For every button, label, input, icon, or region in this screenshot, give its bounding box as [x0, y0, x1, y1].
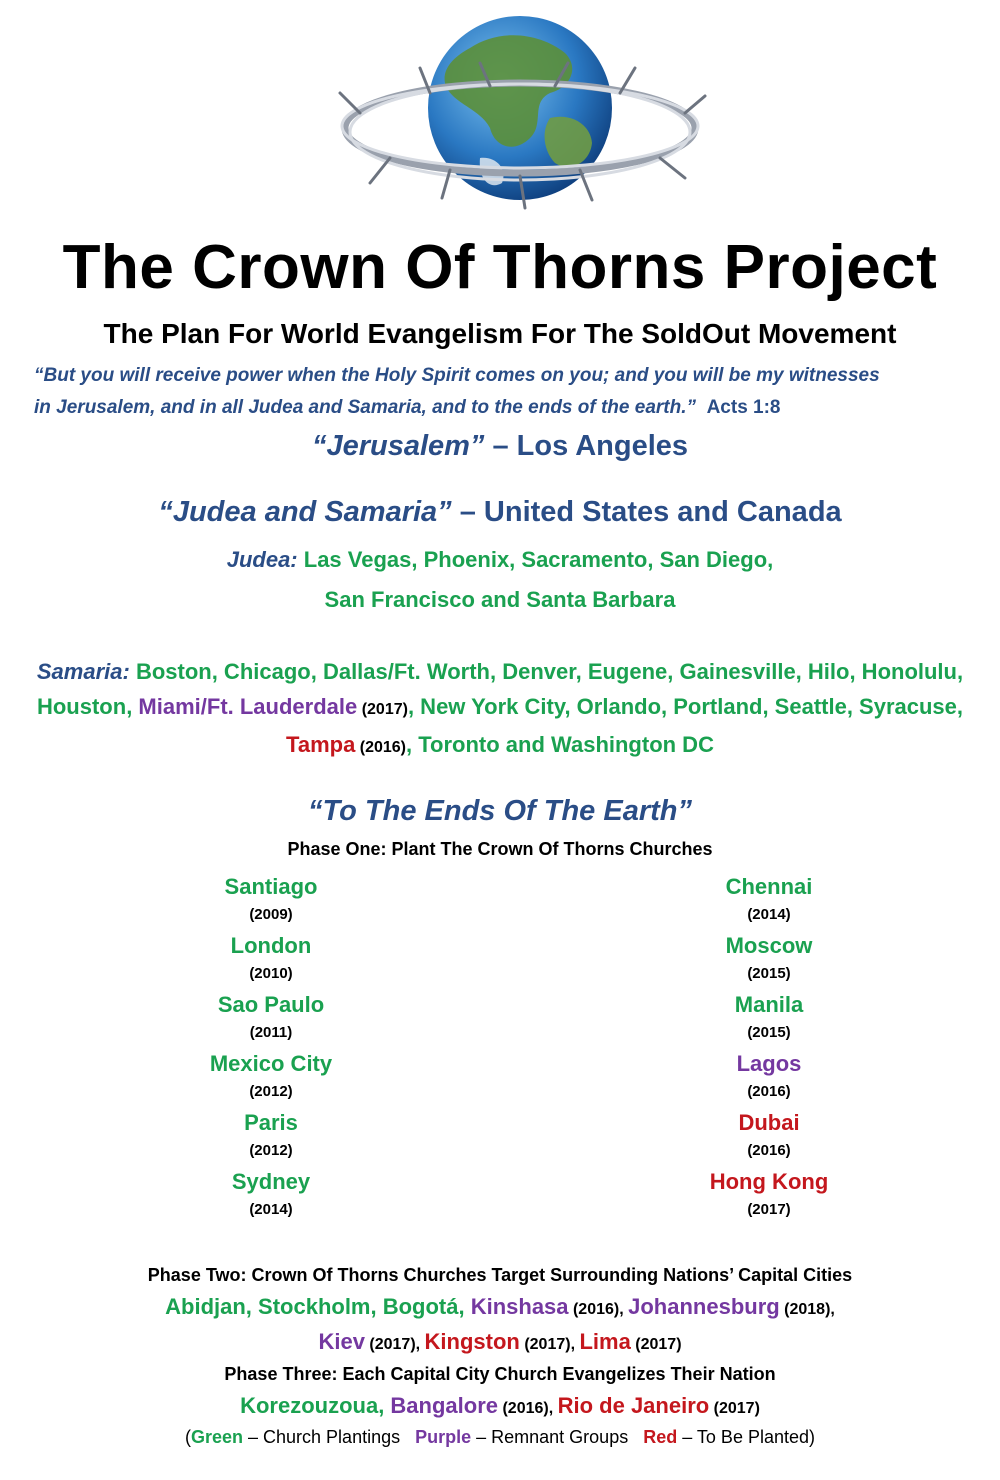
samaria-cities: Samaria: Boston, Chicago, Dallas/Ft. Wor… — [36, 659, 964, 757]
quote-line-1: “But you will receive power when the Hol… — [34, 365, 880, 386]
city-name: Santiago — [224, 874, 318, 899]
city-name: Sao Paulo — [217, 992, 325, 1017]
phase-three-label: Phase Three: Each Capital City Church Ev… — [224, 1364, 776, 1384]
city-year: (2017) — [747, 1201, 791, 1218]
city-name: Manila — [734, 992, 804, 1017]
phase-three-cities: Korezouzoua, Bangalore (2016), Rio de Ja… — [240, 1393, 760, 1418]
phase-one-right-column: Chennai (2014) Moscow (2015) Manila (2015) Lag… — [619, 871, 919, 1225]
page-title: The Crown Of Thorns Project — [62, 233, 938, 302]
city-name: Lagos — [736, 1051, 802, 1076]
city-year: (2011) — [249, 1024, 293, 1041]
ends-of-earth-heading: “To The Ends Of The Earth” — [308, 795, 692, 827]
phase-two-cities-line-2: Kiev (2017), Kingston (2017), Lima (2017… — [318, 1329, 682, 1354]
city-year: (2015) — [747, 965, 791, 982]
city-year: (2012) — [249, 1083, 293, 1100]
city-year: (2009) — [249, 906, 293, 923]
city-name: Paris — [244, 1110, 298, 1135]
city-year: (2010) — [249, 965, 293, 982]
legend-green: Green — [190, 1427, 244, 1447]
judea-cities-line-2: San Francisco and Santa Barbara — [324, 587, 676, 612]
city-year: (2016) — [747, 1142, 791, 1159]
scripture-quote: “But you will receive power when the Hol… — [34, 360, 984, 424]
judea-samaria-heading: “Judea and Samaria” – United States and … — [158, 496, 842, 528]
city-name: Moscow — [725, 933, 813, 958]
city-year: (2012) — [249, 1142, 293, 1159]
jerusalem-heading: “Jerusalem” – Los Angeles — [311, 430, 689, 462]
phase-one-left-column: Santiago (2009) London (2010) Sao Paulo (2011… — [121, 871, 421, 1225]
phase-two-cities-line-1: Abidjan, Stockholm, Bogotá, Kinshasa (20… — [165, 1294, 835, 1319]
city-year: (2015) — [747, 1024, 791, 1041]
page-subtitle: The Plan For World Evangelism For The So… — [103, 318, 897, 349]
city-name: Hong Kong — [709, 1169, 829, 1194]
phase-one-label: Phase One: Plant The Crown Of Thorns Chu… — [287, 839, 713, 859]
legend-red: Red — [643, 1427, 678, 1447]
quote-reference: Acts 1:8 — [706, 397, 781, 418]
quote-line-2: in Jerusalem, and in all Judea and Samar… — [34, 397, 781, 418]
city-name: Sydney — [231, 1169, 311, 1194]
city-year: (2016) — [747, 1083, 791, 1100]
city-name: Mexico City — [209, 1051, 333, 1076]
phase-two-label: Phase Two: Crown Of Thorns Churches Targ… — [147, 1265, 853, 1285]
city-name: Chennai — [725, 874, 813, 899]
crown-of-thorns-globe-logo — [338, 16, 707, 210]
city-name: Dubai — [738, 1110, 800, 1135]
city-year: (2014) — [249, 1201, 293, 1218]
judea-cities-line-1: Judea: Las Vegas, Phoenix, Sacramento, S… — [226, 547, 774, 572]
legend-purple: Purple — [415, 1427, 472, 1447]
city-year: (2014) — [747, 906, 791, 923]
city-name: London — [230, 933, 312, 958]
color-legend: (Green – Church Plantings Purple – Remna… — [184, 1427, 815, 1447]
